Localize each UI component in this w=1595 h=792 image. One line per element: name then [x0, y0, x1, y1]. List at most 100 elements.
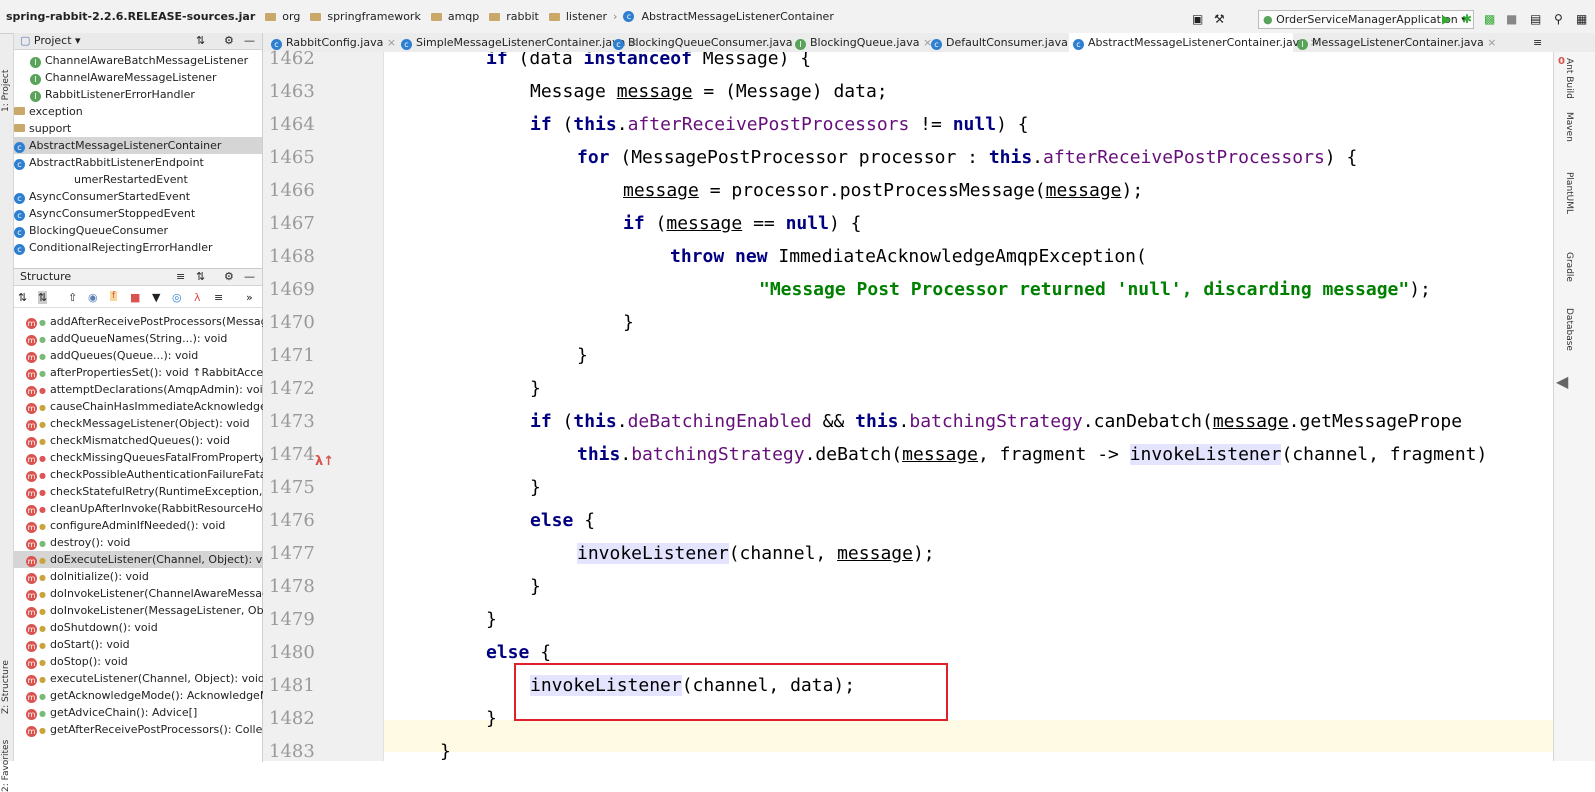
show-lambdas-icon[interactable]: λ [194, 291, 201, 304]
tree-item-selected[interactable]: c AbstractMessageListenerContainer [14, 137, 262, 154]
structure-item[interactable]: m ● causeChainHasImmediateAcknowledgeAmc [26, 398, 291, 415]
plantuml-tool-button[interactable]: PlantUML [1564, 172, 1574, 214]
structure-item[interactable]: m ● executeListener(Channel, Object): void [26, 670, 265, 687]
hide-icon[interactable]: — [244, 269, 255, 285]
tree-item-folder[interactable]: support [14, 120, 71, 137]
layout-icon[interactable]: ▣ [1192, 12, 1203, 26]
more-icon[interactable]: » [246, 291, 253, 304]
tab-blockingqueue[interactable]: I BlockingQueue.java × [791, 33, 932, 52]
tree-item[interactable]: c AsyncConsumerStoppedEvent [14, 205, 195, 222]
tree-item[interactable]: c ConditionalRejectingErrorHandler [14, 239, 213, 256]
breadcrumb-springframework[interactable]: springframework [327, 10, 420, 23]
breadcrumb-rabbit[interactable]: rabbit [506, 10, 539, 23]
tree-item[interactable]: c BlockingQueueConsumer [14, 222, 168, 239]
database-tool-button[interactable]: Database [1564, 308, 1574, 351]
hammer-icon[interactable]: ⚒ [1214, 12, 1225, 26]
structure-item[interactable]: m ● getAdviceChain(): Advice[] [26, 704, 197, 721]
breadcrumb-jar[interactable]: spring-rabbit-2.2.6.RELEASE-sources.jar [6, 10, 255, 23]
structure-item[interactable]: m ● cleanUpAfterInvoke(RabbitResourceHolde… [26, 500, 287, 517]
tree-item[interactable]: I RabbitListenerErrorHandler [30, 86, 195, 103]
structure-item[interactable]: m ● addQueueNames(String...): void [26, 330, 227, 347]
search-icon[interactable]: ⚲ [1554, 12, 1563, 26]
collapse-sidebar-icon[interactable]: ◀ [1556, 372, 1568, 391]
favorites-tool-button[interactable]: 2: Favorites [1, 740, 11, 792]
autoscroll-icon[interactable]: ≡ [214, 291, 223, 304]
chevron-down-icon[interactable]: ▾ [75, 34, 81, 47]
show-fields-icon[interactable]: f [110, 291, 118, 301]
structure-item[interactable]: m ● destroy(): void [26, 534, 130, 551]
sort-alpha-icon[interactable]: ⇅ [18, 291, 27, 304]
structure-item[interactable]: m ● doStop(): void [26, 653, 128, 670]
structure-item[interactable]: m ● addAfterReceivePostProcessors(MessageP… [26, 313, 287, 330]
structure-item[interactable]: m ● checkPossibleAuthenticationFailureFata… [26, 466, 291, 483]
collapse-all-icon[interactable]: ⇅ [196, 33, 205, 49]
collapse-all-icon[interactable]: ⇅ [196, 269, 205, 285]
show-non-public-icon[interactable]: ■ [130, 291, 140, 304]
project-tool-button[interactable]: 1: Project [1, 70, 11, 112]
tree-item[interactable]: I ChannelAwareMessageListener [30, 69, 217, 86]
sort-visibility-icon[interactable]: ⇅ [38, 291, 48, 304]
tab-abstractmessagelistenercontainer[interactable]: c AbstractMessageListenerContainer.java × [1069, 33, 1319, 54]
structure-tool-button[interactable]: Z: Structure [1, 660, 11, 714]
gradle-tool-button[interactable]: Gradle [1564, 252, 1574, 282]
ant-build-tool-button[interactable]: Ant Build [1564, 58, 1574, 99]
close-icon[interactable]: × [387, 36, 396, 49]
tree-item[interactable]: I ChannelAwareBatchMessageListener [30, 52, 248, 69]
breadcrumb-org[interactable]: org [282, 10, 300, 23]
tree-item[interactable]: umerRestartedEvent [74, 171, 188, 188]
structure-item[interactable]: m ● attemptDeclarations(AmqpAdmin): void [26, 381, 270, 398]
structure-item[interactable]: m ● getAfterReceivePostProcessors(): Colle… [26, 721, 289, 738]
breadcrumb-amqp[interactable]: amqp [448, 10, 479, 23]
project-panel-title[interactable]: Project [34, 34, 72, 47]
method-icon: m [26, 641, 37, 652]
structure-item[interactable]: m ● getAcknowledgeMode(): AcknowledgeMod [26, 687, 283, 704]
tab-simplemessagelistenercontainer[interactable]: c SimpleMessageListenerContainer.java × [397, 33, 638, 52]
show-properties-icon[interactable]: ◉ [88, 291, 98, 304]
class-icon: c [14, 193, 25, 204]
run-icon[interactable]: ▶ [1442, 12, 1451, 26]
structure-item-label: afterPropertiesSet(): void ↑RabbitAccess… [50, 366, 286, 379]
structure-item[interactable]: m ● doShutdown(): void [26, 619, 158, 636]
structure-item[interactable]: m ● checkMissingQueuesFatalFromProperty():… [26, 449, 287, 466]
structure-item[interactable]: m ● doInvokeListener(MessageListener, Obje… [26, 602, 288, 619]
breadcrumb-class[interactable]: AbstractMessageListenerContainer [641, 10, 833, 23]
breadcrumb-listener[interactable]: listener [566, 10, 607, 23]
show-inherited-icon[interactable]: ⇧ [68, 291, 77, 304]
settings-icon[interactable]: ▦ [1576, 12, 1587, 26]
tree-item-folder[interactable]: exception [14, 103, 83, 120]
structure-item[interactable]: m ● doInvokeListener(ChannelAwareMessageLi… [26, 585, 291, 602]
hide-icon[interactable]: — [244, 33, 255, 49]
show-anonymous-icon[interactable]: ◎ [172, 291, 182, 304]
structure-item[interactable]: m ● afterPropertiesSet(): void ↑RabbitAcce… [26, 364, 286, 381]
structure-item[interactable]: m ● configureAdminIfNeeded(): void [26, 517, 225, 534]
project-structure-icon[interactable]: ▤ [1530, 12, 1541, 26]
tab-defaultconsumer[interactable]: cDefaultConsumer.java × [927, 33, 1081, 52]
structure-item[interactable]: m ● checkStatefulRetry(RuntimeException, M… [26, 483, 294, 500]
tab-blockingqueueconsumer[interactable]: cBlockingQueueConsumer.java × [609, 33, 805, 52]
expand-all-icon[interactable]: ≡ [176, 269, 185, 285]
gear-icon[interactable]: ⚙ [224, 269, 234, 285]
coverage-icon[interactable]: ▩ [1484, 12, 1495, 26]
tab-messagelistenercontainer[interactable]: I MessageListenerContainer.java × [1293, 33, 1496, 52]
structure-item[interactable]: m ● checkMessageListener(Object): void [26, 415, 250, 432]
structure-panel-title[interactable]: Structure [20, 270, 71, 283]
tree-item[interactable]: c AsyncConsumerStartedEvent [14, 188, 190, 205]
protected-visibility-icon: ● [39, 590, 46, 599]
stop-icon[interactable]: ■ [1506, 12, 1517, 26]
lambda-recursion-icon[interactable]: λ↑ [315, 454, 334, 469]
close-icon[interactable]: × [1487, 36, 1496, 49]
structure-item[interactable]: m ● checkMismatchedQueues(): void [26, 432, 230, 449]
structure-item[interactable]: m ● doStart(): void [26, 636, 130, 653]
debug-icon[interactable]: ✱ [1462, 12, 1472, 26]
class-icon: c [14, 227, 25, 238]
tab-overflow-icon[interactable]: ≡ [1533, 36, 1542, 49]
structure-item[interactable]: m ● doInitialize(): void [26, 568, 149, 585]
gear-icon[interactable]: ⚙ [224, 33, 234, 49]
filter-icon[interactable]: ▼ [152, 291, 160, 304]
line-number: 1482 [269, 708, 315, 729]
tree-item[interactable]: c AbstractRabbitListenerEndpoint [14, 154, 204, 171]
structure-item-selected[interactable]: m ● doExecuteListener(Channel, Object): vo… [14, 551, 279, 568]
code-editor[interactable]: if (data instanceof Message) { Message m… [384, 52, 1553, 761]
maven-tool-button[interactable]: Maven [1564, 112, 1574, 142]
structure-item[interactable]: m ● addQueues(Queue...): void [26, 347, 198, 364]
